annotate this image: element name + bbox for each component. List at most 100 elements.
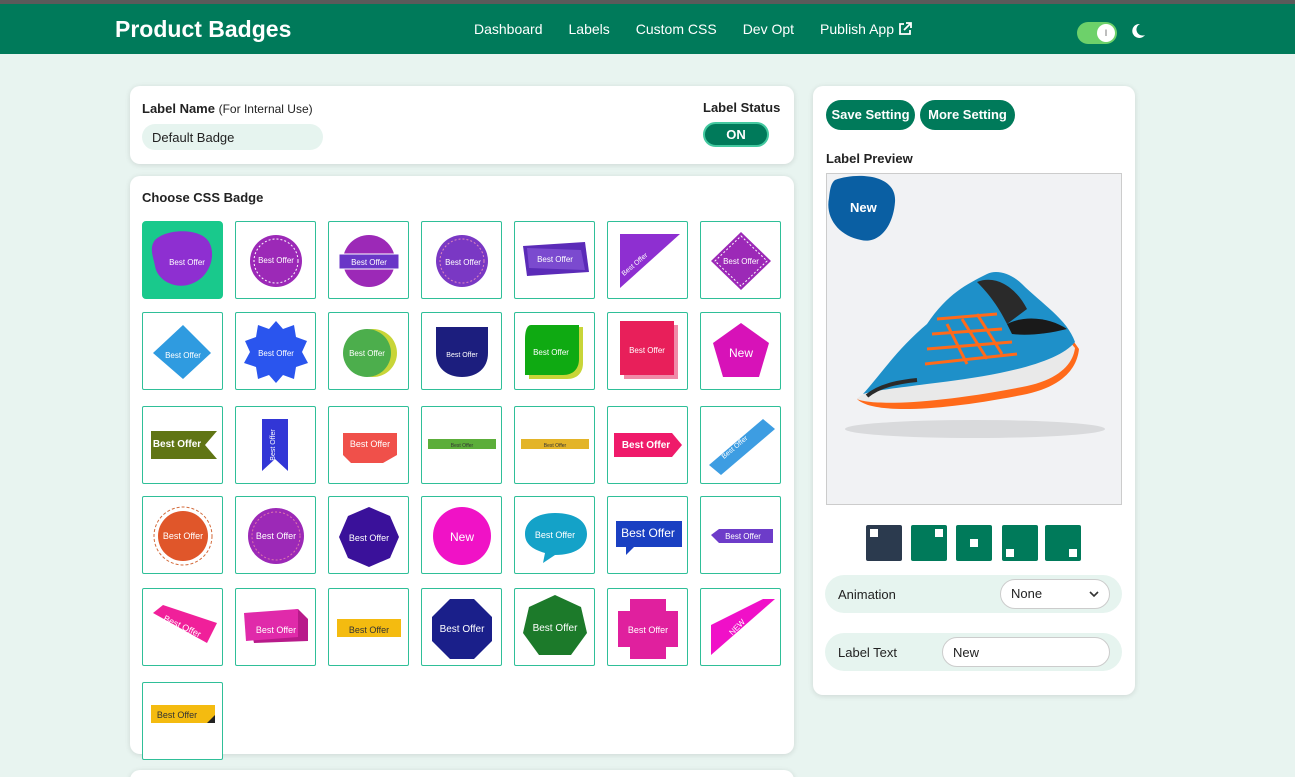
animation-select[interactable]: None [1000,579,1110,609]
badge-option[interactable]: Best Offer [235,221,316,299]
badge-shape: Best Offer [339,507,399,567]
nav-dashboard[interactable]: Dashboard [474,21,543,37]
badge-option-label: Best Offer [270,429,277,461]
badge-shape: Best Offer [711,232,771,290]
nav-labels[interactable]: Labels [569,21,610,37]
badge-option[interactable]: Best Offer [700,221,781,299]
moon-icon[interactable] [1129,22,1147,40]
nav-publish-app-label: Publish App [820,21,894,37]
badge-option-label: Best Offer [723,257,759,266]
badge-option[interactable]: Best Offer [607,588,688,666]
badge-shape: Best Offer [436,327,488,377]
badge-option[interactable]: Best Offer [700,406,781,484]
header-toggle-switch[interactable]: I [1077,22,1117,44]
badge-shape: Best Offer [151,705,215,723]
badge-option[interactable]: Best Offer [421,588,502,666]
badge-shape: Best Offer [343,433,397,463]
badge-chooser-heading: Choose CSS Badge [142,190,264,205]
position-top-right-button[interactable] [911,525,947,561]
badge-shape: Best Offer [343,329,397,377]
badge-option[interactable]: Best Offer [328,588,409,666]
badge-option[interactable]: Best Offer [142,682,223,760]
position-indicator-icon [870,529,878,537]
position-bottom-left-button[interactable] [1002,525,1038,561]
badge-option-label: Best Offer [256,531,296,541]
badge-option[interactable]: Best Offer [142,588,223,666]
badge-option[interactable]: Best Offer [421,312,502,390]
badge-option[interactable]: Best Offer [607,221,688,299]
badge-option[interactable]: Best Offer [328,312,409,390]
label-status-button[interactable]: ON [703,122,769,147]
badge-option-label: Best Offer [533,348,569,357]
label-name-input[interactable] [142,124,323,150]
badge-option[interactable]: Best Offer [607,312,688,390]
badge-shape: Best Offer [523,242,589,276]
position-top-left-button[interactable] [866,525,902,561]
badge-shape: Best Offer [523,595,587,655]
badge-option[interactable]: Best Offer [235,496,316,574]
nav-custom-css[interactable]: Custom CSS [636,21,717,37]
external-link-icon [899,22,912,35]
badge-option[interactable]: Best Offer [700,496,781,574]
badge-option-label: Best Offer [621,526,675,540]
badge-option-label: Best Offer [544,443,567,449]
badge-option[interactable]: Best Offer [421,406,502,484]
badge-shape: Best Offer [151,231,213,286]
badge-option-label: Best Offer [533,623,579,634]
position-center-button[interactable] [956,525,992,561]
position-bottom-right-button[interactable] [1045,525,1081,561]
badge-option-label: Best Offer [349,349,385,358]
label-preview-area: New [826,173,1122,505]
badge-option[interactable]: Best Offer [514,312,595,390]
badge-option[interactable]: Best Offer [328,221,409,299]
badge-option[interactable]: Best Offer [514,496,595,574]
badge-option[interactable]: Best Offer [142,406,223,484]
badge-option[interactable]: Best Offer [235,588,316,666]
badge-shape: Best Offer [338,235,400,287]
badge-option-label: Best Offer [258,256,294,265]
badge-option[interactable]: Best Offer [235,312,316,390]
badge-option[interactable]: Best Offer [328,406,409,484]
badge-option-label: New [450,530,474,544]
badge-option[interactable]: Best Offer [142,221,223,299]
label-name-hint: (For Internal Use) [218,102,313,116]
badge-shape: Best Offer [262,419,288,471]
save-setting-button[interactable]: Save Setting [826,100,915,130]
badge-option[interactable]: Best Offer [514,221,595,299]
badge-option[interactable]: Best Offer [607,496,688,574]
label-text-input[interactable] [942,637,1110,667]
badge-option[interactable]: Best Offer [142,312,223,390]
badge-option[interactable]: NEW [700,588,781,666]
badge-option-label: Best Offer [349,625,389,635]
badge-shape: Best Offer [244,321,308,383]
badge-option[interactable]: Best Offer [142,496,223,574]
label-text-label: Label Text [838,645,898,660]
badge-shape: Best Offer [525,325,583,379]
label-status-heading: Label Status [703,100,781,115]
badge-option[interactable]: New [700,312,781,390]
badge-option[interactable]: New [421,496,502,574]
badge-option-label: Best Offer [451,443,474,449]
badge-chooser-card: Choose CSS Badge Best Offer Best Offer Bes… [130,176,794,760]
badge-option-label: Best Offer [157,710,197,720]
badge-shape: Best Offer [709,419,775,475]
nav-dev-opt[interactable]: Dev Opt [743,21,794,37]
badge-option-label: Best Offer [622,440,670,451]
badge-option-label: Best Offer [440,624,486,635]
badge-shape: Best Offer [618,599,678,659]
badge-shape: Best Offer [248,508,304,564]
badge-option[interactable]: Best Offer [514,588,595,666]
badge-option[interactable]: Best Offer [607,406,688,484]
badge-option[interactable]: Best Offer [514,406,595,484]
main-nav: Dashboard Labels Custom CSS Dev Opt Publ… [474,21,912,37]
badge-option[interactable]: Best Offer [328,496,409,574]
label-text-row: Label Text [825,633,1122,671]
nav-publish-app[interactable]: Publish App [820,21,912,37]
badge-option-label: Best Offer [349,533,389,543]
more-setting-button[interactable]: More Setting [920,100,1015,130]
badge-shape: Best Offer [153,325,211,379]
preview-badge-text: New [850,200,877,215]
badge-option[interactable]: Best Offer [421,221,502,299]
badge-option[interactable]: Best Offer [235,406,316,484]
animation-row: Animation None [825,575,1122,613]
